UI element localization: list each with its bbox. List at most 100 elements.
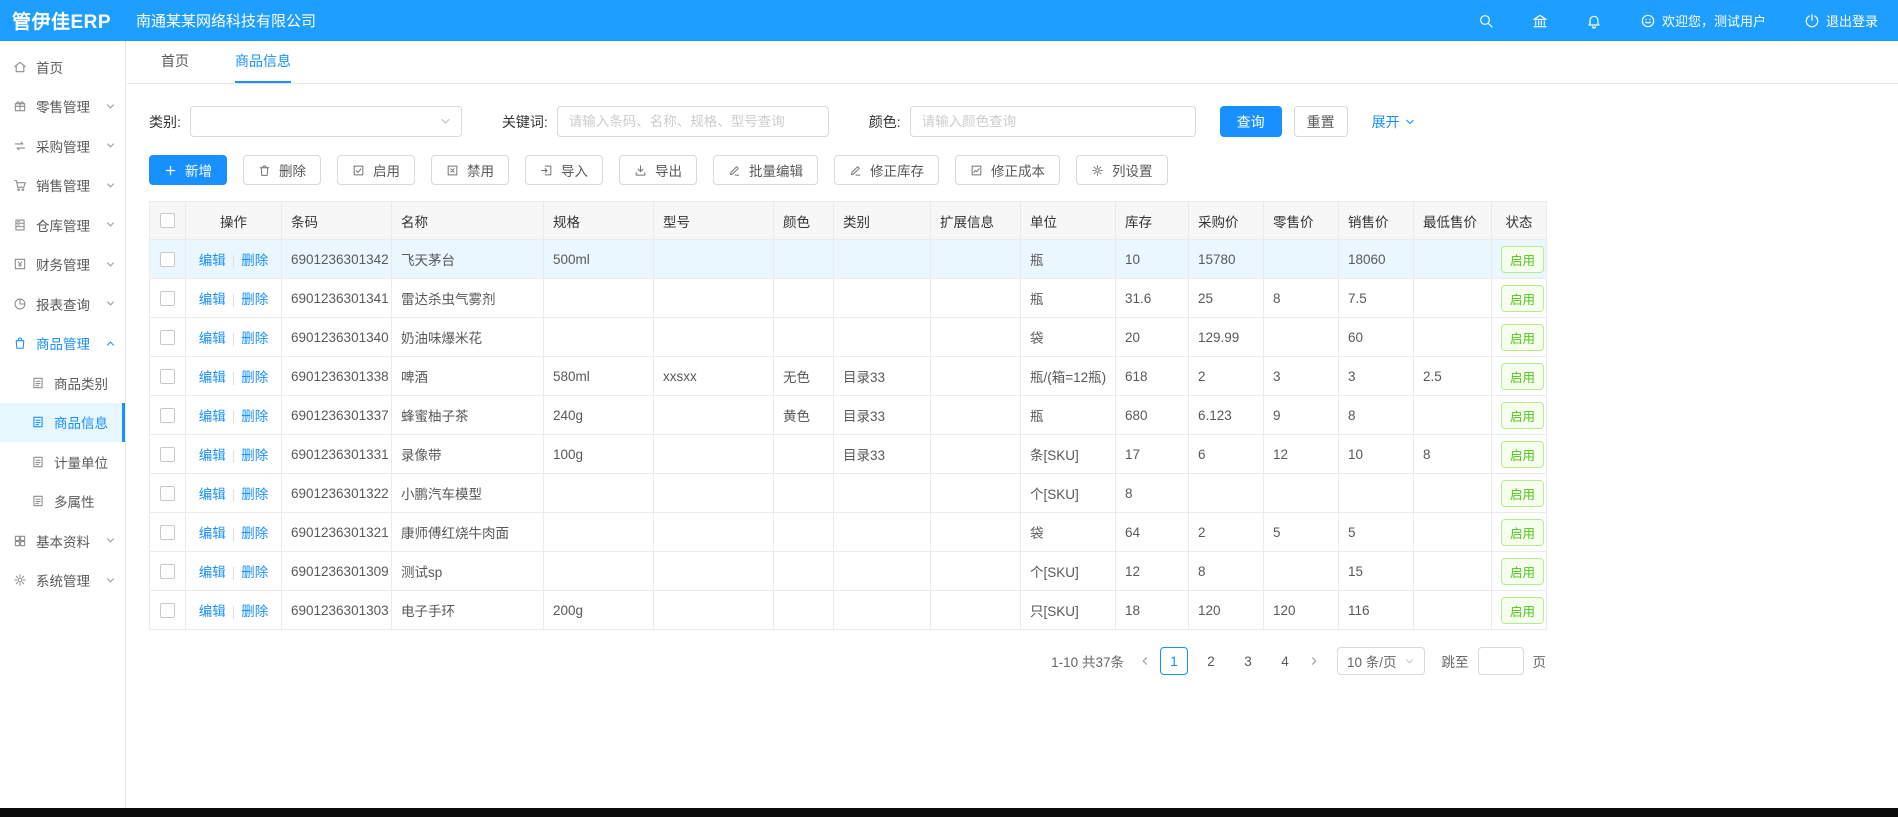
row-checkbox[interactable] (160, 252, 175, 267)
keyword-input[interactable] (557, 106, 829, 137)
cell-barcode: 6901236301338 (282, 357, 392, 396)
sidebar-item-label: 商品类别 (54, 373, 108, 393)
edit-link[interactable]: 编辑 (199, 331, 226, 346)
chevron-down-icon (105, 575, 116, 586)
prev-page-button[interactable] (1139, 655, 1151, 667)
delete-link[interactable]: 删除 (241, 409, 268, 424)
sidebar-item[interactable]: 基本资料 (0, 521, 125, 561)
status-badge[interactable]: 启用 (1501, 324, 1544, 351)
toolbar-button[interactable]: 删除 (243, 155, 321, 185)
edit-link[interactable]: 编辑 (199, 487, 226, 502)
delete-link[interactable]: 删除 (241, 487, 268, 502)
user-menu[interactable]: 欢迎您，测试用户 (1640, 11, 1766, 30)
sidebar-item-label: 销售管理 (36, 175, 90, 195)
search-submit-button[interactable]: 查询 (1220, 106, 1282, 137)
chevron-up-icon (105, 338, 116, 349)
edit-link[interactable]: 编辑 (199, 253, 226, 268)
status-badge[interactable]: 启用 (1501, 519, 1544, 546)
row-checkbox[interactable] (160, 447, 175, 462)
reset-button[interactable]: 重置 (1294, 106, 1348, 137)
toolbar-button[interactable]: 修正成本 (955, 155, 1060, 185)
sidebar-item[interactable]: 系统管理 (0, 561, 125, 601)
row-checkbox[interactable] (160, 564, 175, 579)
notifications-button[interactable] (1586, 13, 1602, 29)
sidebar-item[interactable]: 仓库管理 (0, 205, 125, 245)
sidebar-item[interactable]: 采购管理 (0, 126, 125, 166)
page-number-list: 1234 (1160, 647, 1299, 675)
status-badge[interactable]: 启用 (1501, 285, 1544, 312)
toolbar-button[interactable]: 导出 (619, 155, 697, 185)
jump-page-input[interactable] (1478, 647, 1524, 675)
sidebar-item[interactable]: 财务管理 (0, 245, 125, 285)
delete-link[interactable]: 删除 (241, 604, 268, 619)
page-number-button[interactable]: 2 (1197, 647, 1225, 675)
delete-link[interactable]: 删除 (241, 526, 268, 541)
expand-filters-link[interactable]: 展开 (1372, 112, 1416, 132)
cell-retail-price: 9 (1264, 396, 1339, 435)
toolbar-button[interactable]: 禁用 (431, 155, 509, 185)
toolbar-button[interactable]: 启用 (337, 155, 415, 185)
delete-link[interactable]: 删除 (241, 292, 268, 307)
delete-link[interactable]: 删除 (241, 565, 268, 580)
toolbar-button[interactable]: 批量编辑 (713, 155, 818, 185)
color-input[interactable] (910, 106, 1196, 137)
status-badge[interactable]: 启用 (1501, 246, 1544, 273)
sidebar: 首页零售管理采购管理销售管理仓库管理财务管理报表查询商品管理商品类别商品信息计量… (0, 41, 126, 808)
delete-link[interactable]: 删除 (241, 253, 268, 268)
chevron-down-icon (1404, 656, 1415, 667)
row-checkbox[interactable] (160, 330, 175, 345)
status-badge[interactable]: 启用 (1501, 480, 1544, 507)
edit-link[interactable]: 编辑 (199, 370, 226, 385)
next-page-button[interactable] (1308, 655, 1320, 667)
home-shortcut-button[interactable] (1532, 13, 1548, 29)
sidebar-item[interactable]: 多属性 (0, 482, 125, 522)
row-checkbox[interactable] (160, 291, 175, 306)
edit-link[interactable]: 编辑 (199, 565, 226, 580)
status-badge[interactable]: 启用 (1501, 441, 1544, 468)
row-checkbox[interactable] (160, 486, 175, 501)
edit-link[interactable]: 编辑 (199, 604, 226, 619)
page-number-button[interactable]: 1 (1160, 647, 1188, 675)
toolbar-button[interactable]: 新增 (149, 155, 227, 185)
tab-home[interactable]: 首页 (161, 41, 189, 83)
status-badge[interactable]: 启用 (1501, 597, 1544, 624)
status-badge[interactable]: 启用 (1501, 402, 1544, 429)
row-checkbox[interactable] (160, 525, 175, 540)
row-checkbox[interactable] (160, 603, 175, 618)
sidebar-item[interactable]: 商品信息 (0, 403, 125, 443)
toolbar-button[interactable]: 列设置 (1076, 155, 1168, 185)
report-icon (13, 297, 27, 311)
delete-link[interactable]: 删除 (241, 448, 268, 463)
page-number-button[interactable]: 4 (1271, 647, 1299, 675)
sidebar-item-label: 多属性 (54, 491, 95, 511)
sidebar-item[interactable]: 首页 (0, 47, 125, 87)
cell-model (654, 591, 774, 630)
tab-product-info[interactable]: 商品信息 (235, 41, 291, 83)
category-select[interactable] (190, 106, 462, 137)
status-badge[interactable]: 启用 (1501, 363, 1544, 390)
toolbar-button[interactable]: 修正库存 (834, 155, 939, 185)
sidebar-item[interactable]: 销售管理 (0, 166, 125, 206)
edit-link[interactable]: 编辑 (199, 292, 226, 307)
edit-link[interactable]: 编辑 (199, 409, 226, 424)
sidebar-item[interactable]: 商品类别 (0, 363, 125, 403)
page-size-select[interactable]: 10 条/页 (1337, 647, 1425, 675)
row-checkbox[interactable] (160, 369, 175, 384)
sidebar-item[interactable]: 计量单位 (0, 442, 125, 482)
delete-link[interactable]: 删除 (241, 331, 268, 346)
select-all-checkbox[interactable] (160, 213, 175, 228)
logout-button[interactable]: 退出登录 (1804, 11, 1878, 30)
edit-link[interactable]: 编辑 (199, 526, 226, 541)
search-button[interactable] (1478, 13, 1494, 29)
status-badge[interactable]: 启用 (1501, 558, 1544, 585)
edit-link[interactable]: 编辑 (199, 448, 226, 463)
page-number-button[interactable]: 3 (1234, 647, 1262, 675)
sidebar-item[interactable]: 零售管理 (0, 87, 125, 127)
sidebar-item[interactable]: 商品管理 (0, 324, 125, 364)
cell-stock: 12 (1116, 552, 1189, 591)
content-panel: 类别: 关键词: 颜色: 查询 重置 展开 (127, 84, 1898, 675)
delete-link[interactable]: 删除 (241, 370, 268, 385)
toolbar-button[interactable]: 导入 (525, 155, 603, 185)
row-checkbox[interactable] (160, 408, 175, 423)
sidebar-item[interactable]: 报表查询 (0, 284, 125, 324)
